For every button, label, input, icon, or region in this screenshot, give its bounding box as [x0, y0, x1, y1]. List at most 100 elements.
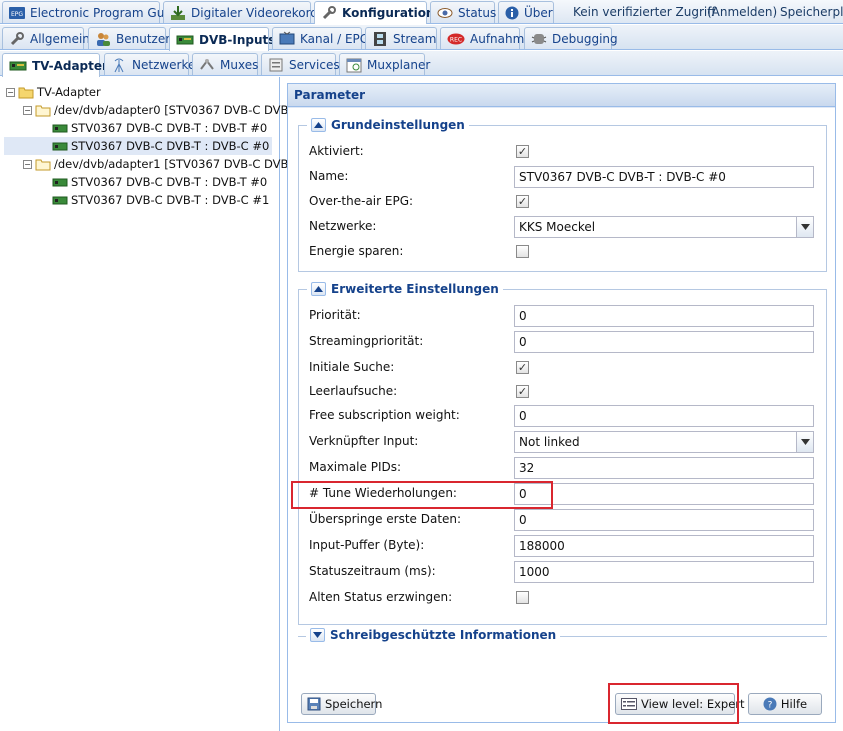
field-linked-input: Verknüpfter Input: Not linked: [309, 431, 816, 453]
tab-configuration[interactable]: Konfiguration: [314, 1, 435, 24]
tab-muxes[interactable]: Muxes: [192, 53, 258, 75]
max-pids-input[interactable]: 32: [514, 457, 814, 479]
ota-epg-checkbox[interactable]: ✓: [516, 195, 529, 208]
tree-label: /dev/dvb/adapter0 [STV0367 DVB-C DVB-T]: [54, 103, 304, 117]
readonly-info-legend[interactable]: Schreibgeschützte Informationen: [306, 628, 561, 642]
field-label: Aktiviert:: [309, 144, 364, 158]
field-label: Over-the-air EPG:: [309, 194, 414, 208]
tab-tv-adapter[interactable]: TV-Adapter: [2, 53, 108, 77]
tab-label: Aufnahme: [470, 31, 532, 46]
tab-label: Über: [524, 5, 553, 20]
collapse-arrow-icon[interactable]: [311, 118, 326, 132]
field-label: Streamingpriorität:: [309, 334, 424, 348]
tab-dvr[interactable]: Digitaler Videorekorder: [163, 1, 330, 23]
services-icon: [268, 57, 284, 73]
advanced-settings: Erweiterte Einstellungen Priorität: 0 St…: [298, 282, 827, 625]
tab-epg[interactable]: EPG Electronic Program Guide: [2, 1, 183, 23]
main-tab-bar: EPG Electronic Program Guide Digitaler V…: [0, 0, 843, 24]
field-ota-epg: Over-the-air EPG: ✓: [309, 191, 816, 213]
field-label: # Tune Wiederholungen:: [309, 486, 457, 500]
tab-label: Debugging: [552, 31, 618, 46]
tab-about[interactable]: Über: [498, 1, 554, 23]
basic-settings-legend[interactable]: Grundeinstellungen: [307, 118, 469, 132]
networks-select[interactable]: KKS Moeckel: [514, 216, 814, 238]
save-icon: [307, 697, 321, 711]
tree-root[interactable]: − TV-Adapter: [6, 83, 101, 101]
chevron-down-icon[interactable]: [796, 432, 813, 452]
expand-arrow-icon[interactable]: [310, 628, 325, 642]
tv-card-icon: [52, 123, 68, 134]
save-button[interactable]: Speichern: [301, 693, 382, 715]
collapse-icon[interactable]: −: [23, 105, 32, 115]
list-icon: [621, 698, 637, 710]
power-save-checkbox[interactable]: [516, 245, 529, 258]
tab-channel-epg[interactable]: Kanal / EPG: [272, 27, 369, 49]
priority-input[interactable]: 0: [514, 305, 814, 327]
field-label: Input-Puffer (Byte):: [309, 538, 425, 552]
tree-input[interactable]: STV0367 DVB-C DVB-T : DVB-C #1: [52, 191, 269, 209]
tab-status[interactable]: Status: [430, 1, 496, 23]
initial-scan-checkbox[interactable]: ✓: [516, 361, 529, 374]
panel-title: Parameter: [288, 84, 835, 107]
folder-open-icon: [35, 158, 51, 171]
epg-icon: EPG: [9, 6, 25, 20]
eye-icon: [437, 7, 453, 19]
field-force-old-status: Alten Status erzwingen:: [309, 587, 816, 609]
tab-users[interactable]: Benutzer: [88, 27, 170, 49]
tree-input[interactable]: STV0367 DVB-C DVB-T : DVB-T #0: [52, 173, 267, 191]
streaming-priority-input[interactable]: 0: [514, 331, 814, 353]
tab-stream[interactable]: Stream: [365, 27, 437, 49]
tab-label: Kanal / EPG: [300, 31, 370, 46]
basic-settings: Grundeinstellungen Aktiviert: ✓ Name: ST…: [298, 118, 827, 272]
folder-icon: [18, 86, 34, 99]
free-subscription-weight-input[interactable]: 0: [514, 405, 814, 427]
panel-body: Grundeinstellungen Aktiviert: ✓ Name: ST…: [288, 108, 835, 722]
idle-scan-checkbox[interactable]: ✓: [516, 385, 529, 398]
login-link[interactable]: (Anmelden): [707, 5, 777, 19]
tab-label: Muxplaner: [367, 57, 431, 72]
tab-label: Netzwerke: [132, 57, 196, 72]
enabled-checkbox[interactable]: ✓: [516, 145, 529, 158]
collapse-icon[interactable]: −: [23, 159, 32, 169]
button-label: Speichern: [325, 697, 383, 711]
button-label: View level: Expert: [641, 697, 745, 711]
tab-label: Konfiguration: [342, 6, 435, 20]
force-old-status-checkbox[interactable]: [516, 591, 529, 604]
field-streaming-priority: Streamingpriorität: 0: [309, 331, 816, 353]
tab-networks[interactable]: Netzwerke: [104, 53, 195, 75]
chevron-down-icon[interactable]: [796, 217, 813, 237]
tab-general[interactable]: Allgemein: [2, 27, 90, 49]
field-label: Alten Status erzwingen:: [309, 590, 453, 604]
status-period-input[interactable]: 1000: [514, 561, 814, 583]
tab-label: Muxes: [220, 57, 259, 72]
name-input[interactable]: STV0367 DVB-C DVB-T : DVB-C #0: [514, 166, 814, 188]
button-label: Hilfe: [780, 697, 808, 711]
field-idle-scan: Leerlaufsuche: ✓: [309, 381, 816, 403]
field-tune-repeats: # Tune Wiederholungen: 0: [309, 483, 816, 505]
tree-input-selected[interactable]: STV0367 DVB-C DVB-T : DVB-C #0: [4, 137, 272, 155]
tab-recording[interactable]: REC Aufnahme: [440, 27, 532, 49]
linked-input-select[interactable]: Not linked: [514, 431, 814, 453]
tv-card-icon: [52, 141, 68, 152]
tab-debugging[interactable]: Debugging: [524, 27, 618, 49]
field-status-period: Statuszeitraum (ms): 1000: [309, 561, 816, 583]
input-buffer-input[interactable]: 188000: [514, 535, 814, 557]
tune-repeats-input[interactable]: 0: [514, 483, 814, 505]
tab-dvb-inputs[interactable]: DVB-Inputs: [169, 27, 275, 51]
advanced-settings-legend[interactable]: Erweiterte Einstellungen: [307, 282, 503, 296]
storage-info: Speicherplatz: [780, 5, 843, 19]
tree-input[interactable]: STV0367 DVB-C DVB-T : DVB-T #0: [52, 119, 267, 137]
tree-adapter-0[interactable]: − /dev/dvb/adapter0 [STV0367 DVB-C DVB-T…: [23, 101, 303, 119]
collapse-arrow-icon[interactable]: [311, 282, 326, 296]
tv-icon: [279, 31, 295, 47]
field-networks: Netzwerke: KKS Moeckel: [309, 216, 816, 238]
collapse-icon[interactable]: −: [6, 87, 15, 97]
tab-muxplanner[interactable]: Muxplaner: [339, 53, 430, 75]
tree-adapter-1[interactable]: − /dev/dvb/adapter1 [STV0367 DVB-C DVB-T…: [23, 155, 303, 173]
field-label: Energie sparen:: [309, 244, 404, 258]
help-button[interactable]: ? Hilfe: [748, 693, 822, 715]
field-label: Netzwerke:: [309, 219, 377, 233]
view-level-button[interactable]: View level: Expert: [615, 693, 756, 715]
skip-initial-data-input[interactable]: 0: [514, 509, 814, 531]
tab-services[interactable]: Services: [261, 53, 340, 75]
